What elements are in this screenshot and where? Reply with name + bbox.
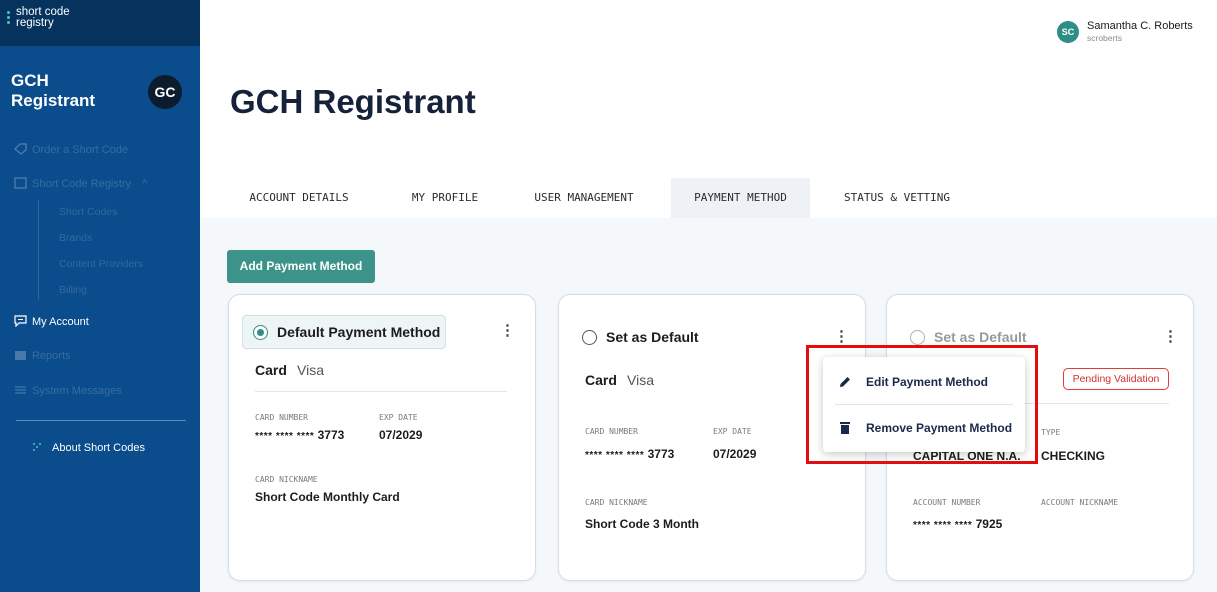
chat-bubble-icon xyxy=(14,315,27,327)
card-nickname-label: CARD NICKNAME xyxy=(585,498,648,507)
card-nickname-value: Short Code Monthly Card xyxy=(255,490,400,504)
sidebar-item-reports[interactable]: Reports xyxy=(15,350,71,362)
card-brand: Visa xyxy=(627,372,654,388)
brand-line-2: registry xyxy=(16,17,54,29)
sidebar-item-label: About Short Codes xyxy=(52,442,145,454)
more-options-icon[interactable]: ⋮ xyxy=(1163,329,1178,347)
set-default-radio[interactable] xyxy=(910,330,925,345)
sidebar-item-about-short-codes[interactable]: About Short Codes xyxy=(33,442,145,454)
brand-logo[interactable]: short code registry xyxy=(0,0,200,46)
card-brand: Visa xyxy=(297,362,324,378)
exp-date-value: 07/2029 xyxy=(713,447,757,461)
brand-dots-icon xyxy=(7,11,10,26)
card-number-value: **** **** **** 3773 xyxy=(255,428,345,442)
user-handle: scroberts xyxy=(1087,33,1122,43)
tab-my-profile[interactable]: MY PROFILE xyxy=(390,178,500,218)
card-nickname-value: Short Code 3 Month xyxy=(585,517,699,531)
user-name[interactable]: Samantha C. Roberts xyxy=(1087,20,1193,32)
exp-date-label: EXP DATE xyxy=(379,413,418,422)
highlight-box xyxy=(806,345,1038,464)
org-badge: GC xyxy=(148,75,182,109)
default-payment-pill[interactable]: Default Payment Method xyxy=(242,315,446,349)
account-type-label: TYPE xyxy=(1041,428,1061,437)
account-type-value: CHECKING xyxy=(1041,449,1106,463)
sidebar-subitem-content-providers[interactable]: Content Providers xyxy=(59,258,143,270)
sidebar-item-label: Reports xyxy=(32,350,71,362)
tab-payment-method[interactable]: PAYMENT METHOD xyxy=(671,178,810,218)
sidebar-item-label: My Account xyxy=(32,316,89,328)
default-radio[interactable] xyxy=(253,325,268,340)
status-badge: Pending Validation xyxy=(1063,368,1169,390)
sub-nav-line xyxy=(38,200,39,300)
card-nickname-label: CARD NICKNAME xyxy=(255,475,318,484)
list-icon xyxy=(15,386,26,394)
exp-date-label: EXP DATE xyxy=(713,427,752,436)
card-type: Card xyxy=(585,372,617,388)
add-payment-method-button[interactable]: Add Payment Method xyxy=(227,250,375,283)
sidebar-item-label: Short Code Registry xyxy=(32,178,132,190)
tab-status-vetting[interactable]: STATUS & VETTING xyxy=(827,178,967,218)
sidebar-item-short-code-registry[interactable]: Short Code Registry ^ xyxy=(14,177,148,190)
card-number-label: CARD NUMBER xyxy=(255,413,308,422)
main-content: GCH Registrant ACCOUNT DETAILS MY PROFIL… xyxy=(200,46,1217,592)
sidebar-subitem-brands[interactable]: Brands xyxy=(59,232,92,244)
tab-account-details[interactable]: ACCOUNT DETAILS xyxy=(230,178,368,218)
page-header: GCH Registrant ACCOUNT DETAILS MY PROFIL… xyxy=(200,46,1217,218)
account-nickname-label: ACCOUNT NICKNAME xyxy=(1041,498,1119,507)
reports-icon xyxy=(15,351,26,360)
set-default-label[interactable]: Set as Default xyxy=(606,329,699,345)
top-bar: SC Samantha C. Roberts scroberts xyxy=(200,0,1217,46)
page-title: GCH Registrant xyxy=(230,83,476,120)
org-block: GCH Registrant GC xyxy=(11,71,191,111)
default-radio-label: Default Payment Method xyxy=(277,324,441,340)
sidebar-item-label: Order a Short Code xyxy=(32,144,128,156)
sidebar-item-order-short-code[interactable]: Order a Short Code xyxy=(14,143,128,156)
chevron-up-icon: ^ xyxy=(142,178,148,190)
set-default-label[interactable]: Set as Default xyxy=(934,329,1027,345)
org-name: GCH Registrant xyxy=(11,71,96,110)
avatar[interactable]: SC xyxy=(1057,21,1079,43)
sidebar-item-system-messages[interactable]: System Messages xyxy=(15,385,122,397)
card-number-value: **** **** **** 3773 xyxy=(585,447,675,461)
sidebar: short code registry GCH Registrant GC Or… xyxy=(0,0,200,592)
sidebar-item-label: System Messages xyxy=(32,385,122,397)
card-divider xyxy=(255,391,507,392)
sidebar-divider xyxy=(16,420,186,421)
account-number-value: **** **** **** 7925 xyxy=(913,517,1003,531)
tab-user-management[interactable]: USER MANAGEMENT xyxy=(520,178,648,218)
sidebar-item-my-account[interactable]: My Account xyxy=(14,315,89,328)
card-number-label: CARD NUMBER xyxy=(585,427,638,436)
tag-icon xyxy=(14,143,27,155)
sidebar-subitem-short-codes[interactable]: Short Codes xyxy=(59,206,117,218)
card-type: Card xyxy=(255,362,287,378)
set-default-radio[interactable] xyxy=(582,330,597,345)
more-options-icon[interactable]: ⋮ xyxy=(500,323,515,341)
payment-card-1: Default Payment Method ⋮ Card Visa CARD … xyxy=(228,294,536,581)
sidebar-subitem-billing[interactable]: Billing xyxy=(59,284,87,296)
exp-date-value: 07/2029 xyxy=(379,428,423,442)
account-number-label: ACCOUNT NUMBER xyxy=(913,498,981,507)
registry-icon xyxy=(14,177,27,189)
dots-icon xyxy=(33,443,41,451)
